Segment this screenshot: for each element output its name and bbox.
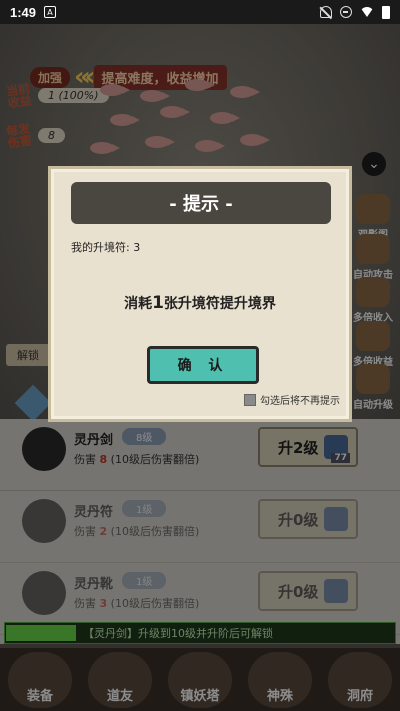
clock: 1:49 <box>10 4 37 20</box>
status-bar: 1:49 A <box>0 0 400 24</box>
bell-off-icon <box>320 6 332 18</box>
hint-dialog: - 提示 - 我的升境符: 3 消耗1张升境符提升境界 确 认 勾选后将不再提示 <box>48 166 352 422</box>
confirm-button[interactable]: 确 认 <box>147 346 259 384</box>
checkbox-label: 勾选后将不再提示 <box>260 396 340 407</box>
dont-show-again[interactable]: 勾选后将不再提示 <box>244 392 340 407</box>
talisman-count: 我的升境符: 3 <box>71 241 141 254</box>
status-icons <box>320 5 390 19</box>
battery-icon <box>382 5 390 19</box>
wifi-icon <box>360 7 374 17</box>
do-not-disturb-icon <box>340 6 352 18</box>
checkbox[interactable] <box>244 393 256 406</box>
dialog-title: - 提示 - <box>71 182 331 224</box>
dialog-message: 消耗1张升境符提升境界 <box>124 293 276 313</box>
a-notification-icon: A <box>44 6 57 18</box>
